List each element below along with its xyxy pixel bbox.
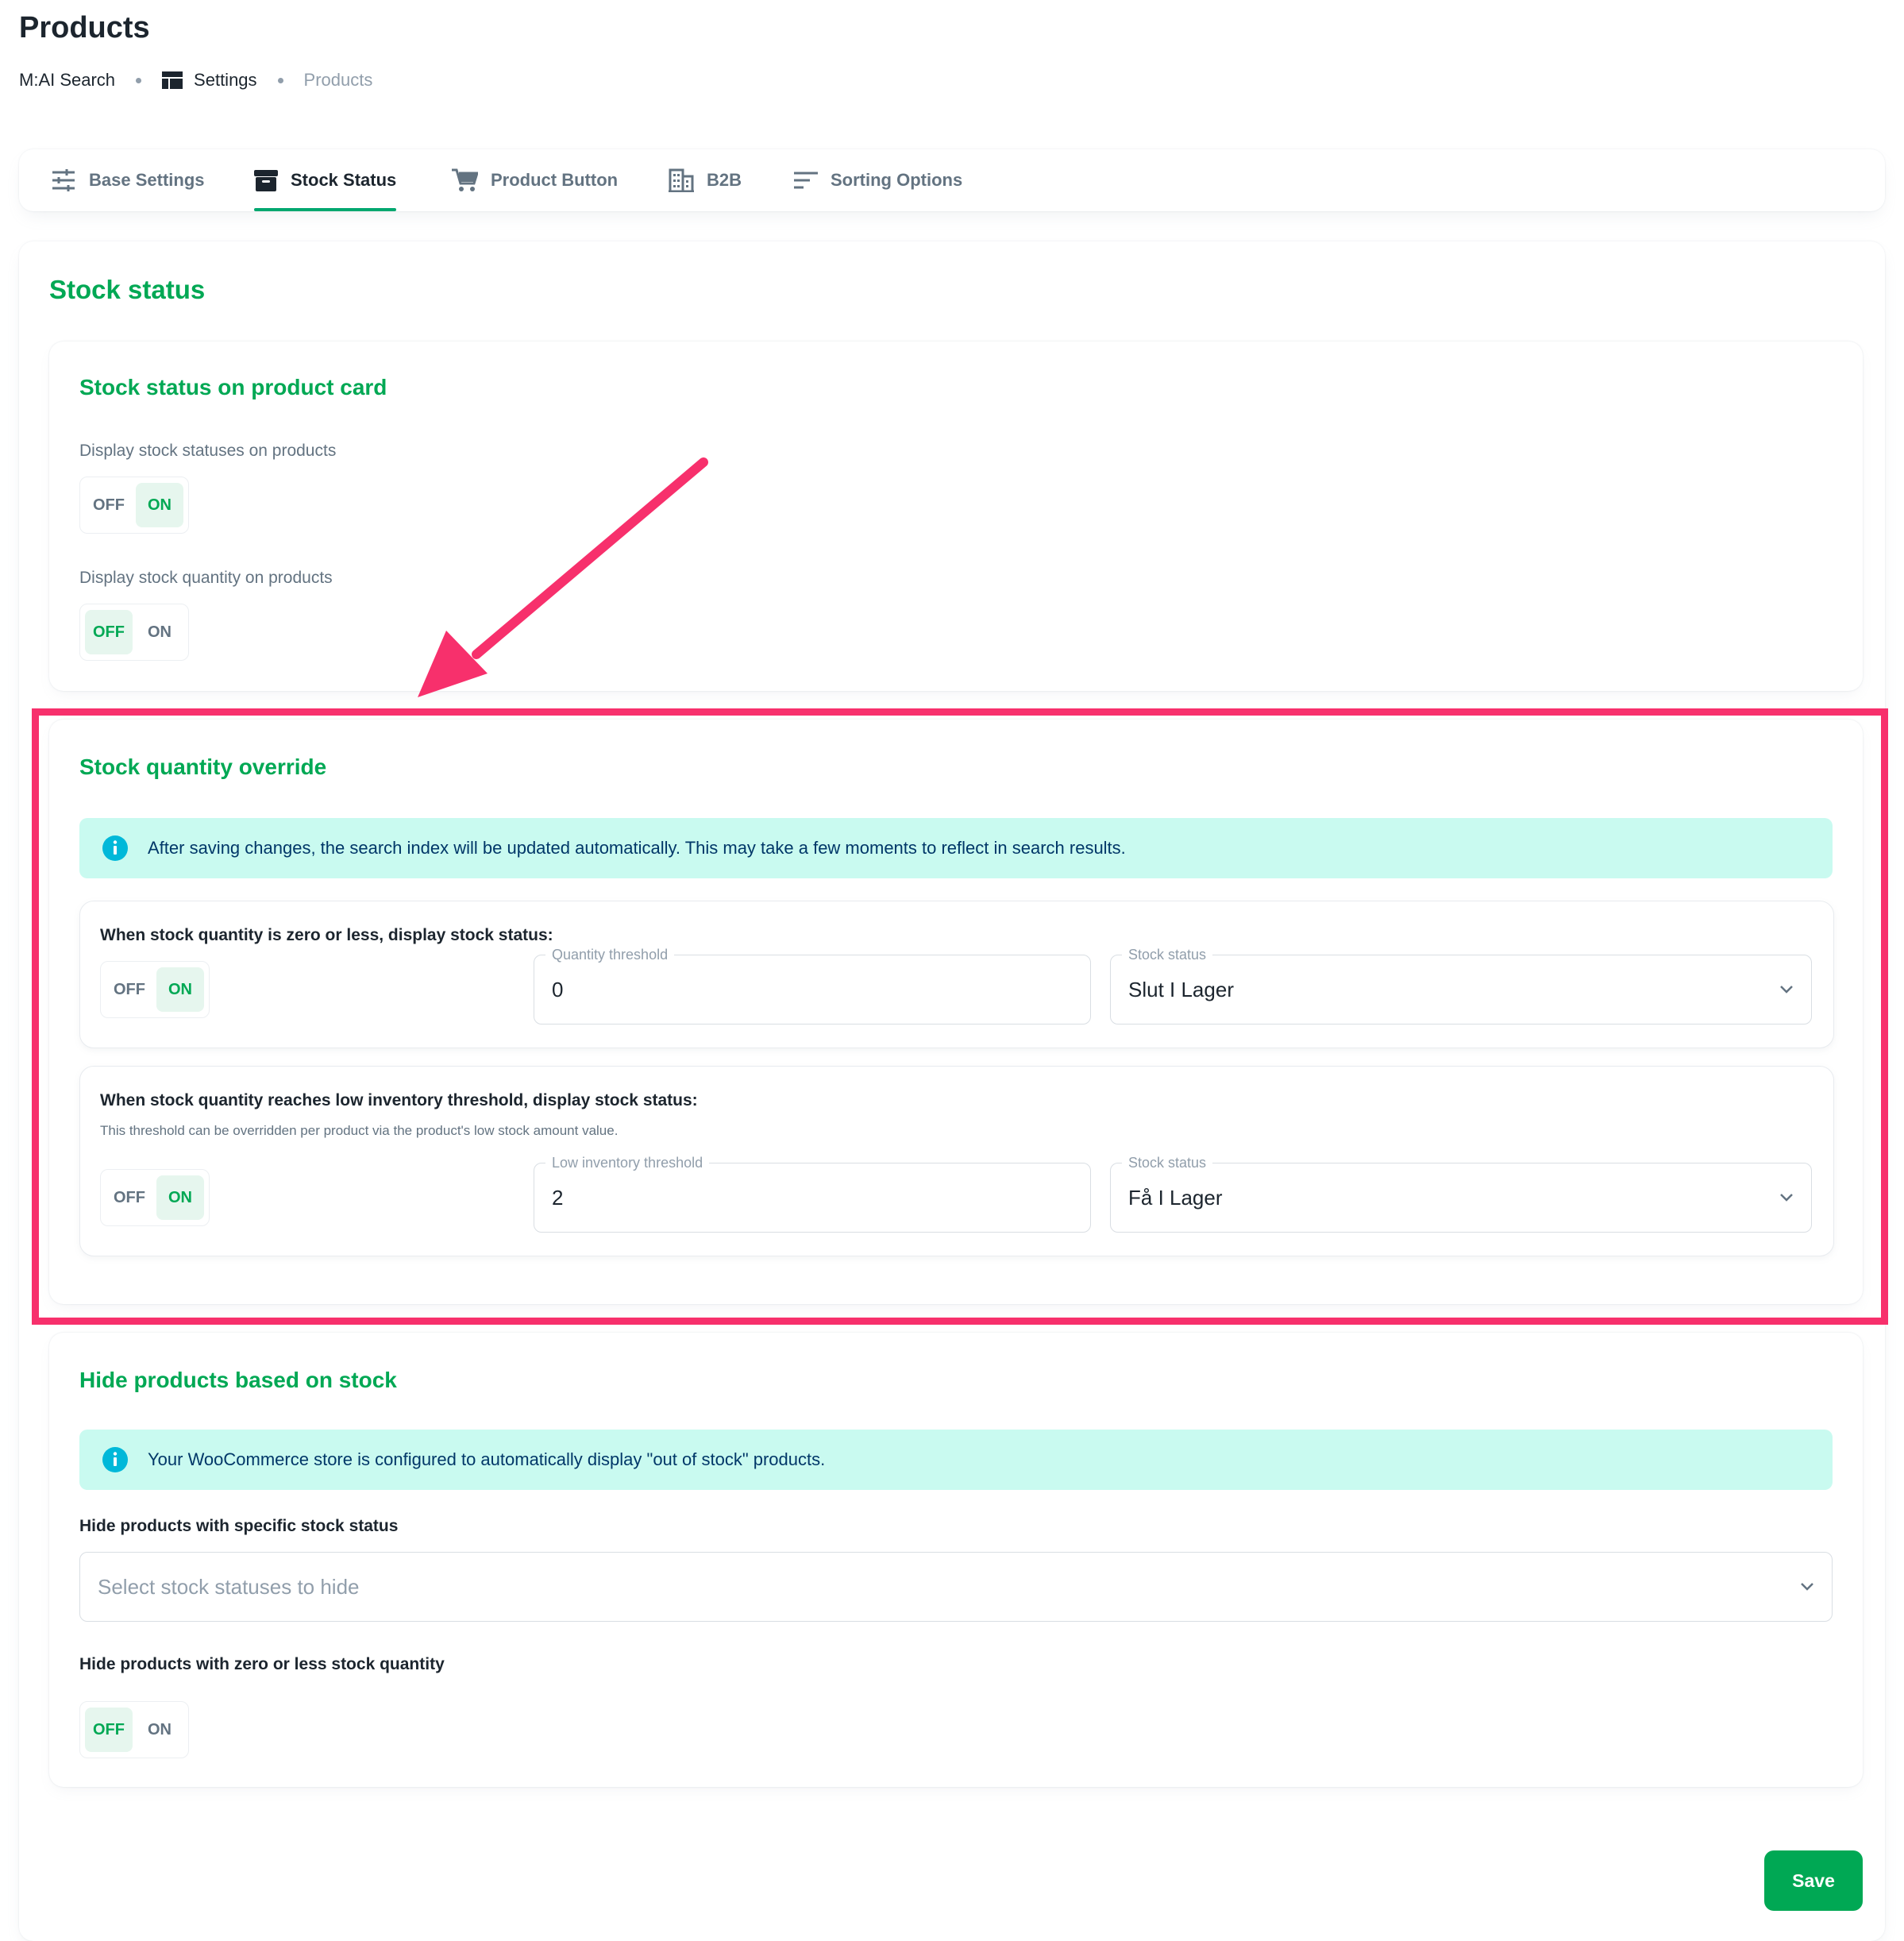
display-statuses-toggle: OFF ON [79,477,189,534]
breadcrumb-separator [277,77,283,83]
toggle-on[interactable]: ON [156,1175,204,1220]
field-value: Slut I Lager [1128,978,1234,1001]
info-icon [102,835,128,861]
breadcrumb-current: Products [303,70,373,90]
quantity-threshold-input[interactable]: Quantity threshold 0 [534,946,1091,1025]
toggle-off[interactable]: OFF [106,1175,153,1220]
zero-stock-toggle: OFF ON [100,961,210,1018]
display-statuses-label: Display stock statuses on products [79,442,337,460]
breadcrumb-app[interactable]: M:AI Search [19,70,115,91]
tab-b2b[interactable]: B2B [669,149,742,211]
low-inventory-threshold-input[interactable]: Low inventory threshold 2 [534,1154,1091,1233]
sliders-icon [52,169,75,191]
tab-label: B2B [707,170,742,190]
tab-stock-status[interactable]: Stock Status [254,149,397,211]
product-card-heading: Stock status on product card [79,375,387,399]
woocommerce-alert: Your WooCommerce store is configured to … [79,1430,1833,1490]
zero-stock-label: When stock quantity is zero or less, dis… [100,926,553,944]
tab-label: Product Button [491,170,619,190]
alert-text: After saving changes, the search index w… [148,838,1126,858]
index-update-alert: After saving changes, the search index w… [79,818,1833,878]
hide-zero-label: Hide products with zero or less stock qu… [79,1655,445,1673]
breadcrumb: M:AI Search Settings Products [19,70,372,91]
breadcrumb-settings-label: Settings [194,70,257,90]
save-button[interactable]: Save [1764,1850,1863,1911]
override-heading: Stock quantity override [79,754,327,779]
field-value: 0 [552,978,564,1001]
field-value: Få I Lager [1128,1186,1223,1210]
low-stock-note: This threshold can be overridden per pro… [100,1123,619,1138]
toggle-on[interactable]: ON [156,967,204,1012]
alert-text: Your WooCommerce store is configured to … [148,1449,826,1469]
hide-specific-label: Hide products with specific stock status [79,1517,399,1535]
settings-tabs: Base Settings Stock Status Product Butto… [19,149,1885,211]
tab-label: Stock Status [291,170,397,190]
tab-base-settings[interactable]: Base Settings [51,149,205,211]
low-stock-toggle: OFF ON [100,1169,210,1226]
cart-icon [452,168,478,191]
building-icon [669,168,694,192]
hide-stock-statuses-select[interactable]: Select stock statuses to hide [79,1552,1833,1622]
field-label: Quantity threshold [545,946,675,963]
toggle-off[interactable]: OFF [85,483,133,527]
toggle-on[interactable]: ON [136,1708,183,1752]
sort-lines-icon [794,172,818,189]
settings-layout-icon [162,71,183,89]
zero-stock-status-select[interactable]: Stock status Slut I Lager [1110,946,1812,1025]
chevron-down-icon [1780,986,1793,994]
toggle-off[interactable]: OFF [106,967,153,1012]
toggle-off[interactable]: OFF [85,610,133,654]
breadcrumb-separator [136,77,142,83]
tab-label: Sorting Options [831,170,963,190]
tab-product-button[interactable]: Product Button [451,149,618,211]
chevron-down-icon [1780,1194,1793,1202]
low-stock-label: When stock quantity reaches low inventor… [100,1091,698,1109]
page-title: Products [19,11,150,44]
display-quantity-label: Display stock quantity on products [79,569,333,587]
tab-sorting-options[interactable]: Sorting Options [794,149,962,211]
hide-products-heading: Hide products based on stock [79,1368,397,1392]
breadcrumb-settings[interactable]: Settings [162,70,257,91]
panel-heading: Stock status [49,275,206,304]
field-label: Low inventory threshold [545,1154,710,1171]
display-quantity-toggle: OFF ON [79,604,189,661]
select-placeholder: Select stock statuses to hide [98,1575,360,1599]
toggle-on[interactable]: ON [136,483,183,527]
archive-box-icon [254,170,278,191]
info-icon [102,1447,128,1472]
low-stock-status-select[interactable]: Stock status Få I Lager [1110,1154,1812,1233]
toggle-off[interactable]: OFF [85,1708,133,1752]
field-value: 2 [552,1186,564,1210]
toggle-on[interactable]: ON [136,610,183,654]
tab-label: Base Settings [89,170,205,190]
hide-zero-toggle: OFF ON [79,1701,189,1758]
chevron-down-icon [1801,1583,1813,1591]
